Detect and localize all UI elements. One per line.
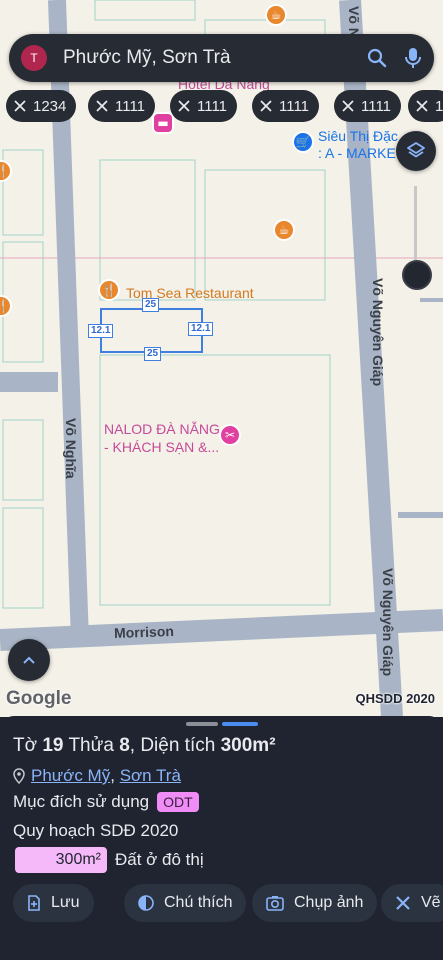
- restaurant-icon[interactable]: 🍴: [98, 279, 120, 301]
- map-view[interactable]: Hotel Da Nang ☕ ▬ 🛒 Siêu Thị Đặc : A - M…: [0, 0, 443, 717]
- chip-label: 1234: [33, 97, 67, 115]
- road-label-vo-nguyen-giap-2: Võ Nguyên Giáp: [380, 568, 396, 677]
- cafe-icon[interactable]: ☕: [265, 4, 287, 26]
- draw-icon: [396, 896, 410, 910]
- road-label-vo-nguyen-giap-1: Võ Nguyên Giáp: [370, 278, 386, 387]
- avatar[interactable]: T: [21, 45, 47, 71]
- district-link[interactable]: Sơn Trà: [120, 766, 181, 785]
- mic-icon[interactable]: [398, 43, 428, 73]
- sheet-handle[interactable]: [186, 722, 218, 726]
- legend-button[interactable]: Chú thích: [124, 884, 247, 922]
- plan-title: Quy hoạch SDĐ 2020: [13, 821, 179, 840]
- plan-area-desc: Đất ở đô thị: [115, 850, 204, 869]
- ward-link[interactable]: Phước Mỹ: [31, 766, 110, 785]
- google-logo: Google: [6, 688, 72, 709]
- land-purpose: Mục đích sử dụng ODT: [13, 792, 199, 812]
- layer-chips: 1234 1111 1111 1111 1111 1: [0, 90, 443, 124]
- spa-icon[interactable]: ✂: [219, 424, 241, 446]
- chevron-up-icon: [23, 656, 35, 664]
- chip-label: 1: [435, 97, 443, 115]
- parcel-outline: [100, 308, 203, 353]
- ruler-cross-icon: [14, 100, 26, 112]
- layers-icon: [407, 142, 425, 158]
- chip-label: 1111: [361, 97, 392, 115]
- dim-top: 25: [142, 298, 160, 312]
- cafe-icon[interactable]: ☕: [273, 219, 295, 241]
- ruler-cross-icon: [416, 100, 428, 112]
- shopping-cart-icon[interactable]: 🛒: [292, 131, 314, 153]
- road-label-morrison: Morrison: [113, 622, 175, 642]
- ruler-cross-icon: [96, 100, 108, 112]
- parcel-title: Tờ 19 Thửa 8, Diện tích 300m²: [13, 735, 276, 756]
- plan-area-row: 300m² Đất ở đô thị: [15, 847, 204, 873]
- layers-button[interactable]: [396, 131, 436, 171]
- road-label-vo-nghia: Võ Nghĩa: [63, 418, 79, 479]
- expand-button[interactable]: [8, 639, 50, 681]
- search-icon[interactable]: [362, 43, 392, 73]
- purpose-badge: ODT: [157, 792, 199, 812]
- save-button[interactable]: Lưu: [13, 884, 94, 922]
- ruler-cross-icon: [260, 100, 272, 112]
- layer-name: QHSDD 2020: [355, 691, 435, 706]
- layer-chip[interactable]: 1111: [170, 90, 238, 122]
- poi-supermarket-label-2[interactable]: : A - MARKET: [318, 145, 404, 161]
- contrast-icon: [138, 895, 154, 911]
- layer-chip[interactable]: 1234: [6, 90, 77, 122]
- dim-bottom: 25: [144, 347, 162, 361]
- location-pin-icon: [13, 768, 25, 784]
- dim-left: 12.1: [88, 324, 114, 338]
- search-input[interactable]: Phước Mỹ, Sơn Trà: [63, 47, 362, 69]
- ruler-cross-icon: [342, 100, 354, 112]
- parcel-location: Phước Mỹ, Sơn Trà: [13, 766, 181, 786]
- layer-chip[interactable]: 1111: [334, 90, 402, 122]
- camera-icon: [266, 896, 284, 911]
- chip-label: 1111: [115, 97, 146, 115]
- ruler-cross-icon: [178, 100, 190, 112]
- chip-label: 1111: [197, 97, 228, 115]
- layer-chip[interactable]: 1111: [252, 90, 320, 122]
- screenshot-button[interactable]: Chụp ảnh: [252, 884, 378, 922]
- chip-label: 1111: [279, 97, 310, 115]
- sheet-handle-active[interactable]: [222, 722, 258, 726]
- poi-supermarket-label-1[interactable]: Siêu Thị Đặc: [318, 128, 398, 144]
- draw-button[interactable]: Vẽ: [381, 884, 443, 922]
- save-icon: [28, 895, 40, 911]
- parcel-info-sheet[interactable]: Tờ 19 Thửa 8, Diện tích 300m² Phước Mỹ, …: [0, 716, 443, 960]
- dim-right: 12.1: [188, 322, 214, 336]
- plan-area-value: 300m²: [15, 847, 107, 873]
- search-bar[interactable]: T Phước Mỹ, Sơn Trà: [9, 34, 434, 82]
- poi-nalod-label-1[interactable]: NALOD ĐÀ NẴNG: [104, 421, 220, 437]
- poi-nalod-label-2[interactable]: - KHÁCH SẠN &...: [104, 439, 219, 455]
- layer-chip[interactable]: 1111: [88, 90, 156, 122]
- opacity-slider-thumb[interactable]: [402, 260, 432, 290]
- layer-chip[interactable]: 1: [408, 90, 443, 122]
